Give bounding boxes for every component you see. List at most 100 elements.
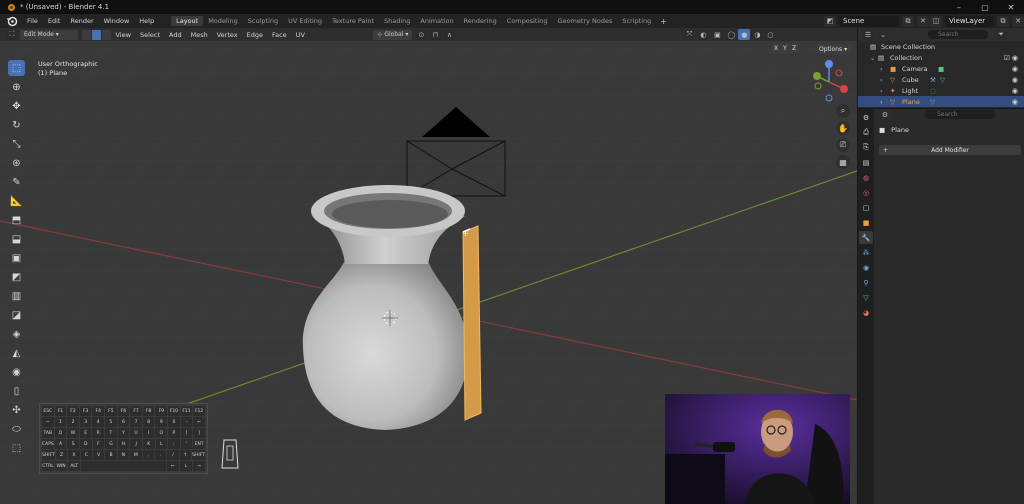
menu-mesh[interactable]: Mesh [186, 31, 212, 39]
outliner-row-cube[interactable]: › ▽ Cube ⚒ ▽ ◉ [858, 74, 1024, 85]
world-tab-icon[interactable]: ◎ [859, 186, 873, 199]
key[interactable]: M [130, 450, 142, 460]
key[interactable]: TAB [42, 428, 54, 438]
navigation-gizmo[interactable] [806, 58, 852, 106]
key[interactable]: Y [117, 428, 130, 438]
key[interactable]: T [105, 428, 117, 438]
key[interactable]: SHIFT [42, 450, 55, 460]
menu-face[interactable]: Face [267, 31, 291, 39]
key[interactable]: ALT [68, 461, 81, 471]
spacebar-key[interactable] [81, 461, 166, 471]
output-tab-icon[interactable]: ⎘ [859, 141, 873, 154]
checkbox-icon[interactable]: ☑ [1004, 54, 1010, 62]
key[interactable]: Z [55, 450, 68, 460]
properties-search-input[interactable]: Search [925, 110, 995, 119]
solid-shading-icon[interactable]: ● [738, 29, 751, 40]
eye-icon[interactable]: ◉ [1012, 54, 1018, 62]
key[interactable]: W [67, 428, 79, 438]
key[interactable]: J [130, 439, 142, 449]
rendered-shading-icon[interactable]: ○ [764, 29, 777, 40]
key[interactable]: / [167, 450, 179, 460]
menu-view[interactable]: View [111, 31, 135, 39]
edge-select-button[interactable] [92, 29, 101, 40]
collection-tab-icon[interactable]: ▢ [859, 201, 873, 214]
particles-tab-icon[interactable]: ⁂ [859, 246, 873, 259]
cursor-tool-icon[interactable]: ⊕ [8, 79, 25, 95]
key[interactable]: F4 [92, 406, 105, 416]
key[interactable]: B [105, 450, 117, 460]
key[interactable]: F3 [79, 406, 92, 416]
key[interactable]: Q [54, 428, 67, 438]
key[interactable]: R [92, 428, 105, 438]
mode-dropdown[interactable]: Edit Mode ▾ [20, 29, 78, 40]
constraints-tab-icon[interactable]: ⚲ [859, 276, 873, 289]
new-scene-icon[interactable]: ⧉ [902, 15, 914, 27]
key[interactable]: F1 [54, 406, 67, 416]
key[interactable]: ← [166, 461, 179, 471]
key[interactable]: ' [180, 439, 193, 449]
key[interactable]: 7 [130, 417, 142, 427]
filter-icon[interactable]: ⏷ [995, 29, 1007, 40]
key[interactable]: E [79, 428, 92, 438]
key[interactable]: N [117, 450, 130, 460]
snap-icon[interactable]: ⊓ [429, 29, 442, 40]
minimize-button[interactable]: – [946, 0, 972, 14]
select-box-tool-icon[interactable]: ⬚ [8, 60, 25, 76]
key[interactable]: F7 [130, 406, 142, 416]
key[interactable]: L [155, 439, 168, 449]
tab-modeling[interactable]: Modeling [203, 16, 243, 26]
object-tab-icon[interactable]: ■ [859, 216, 873, 229]
menu-help[interactable]: Help [134, 17, 159, 25]
eye-icon[interactable]: ◉ [1012, 65, 1018, 73]
key[interactable]: , [142, 450, 154, 460]
scale-tool-icon[interactable]: ⤡ [8, 136, 25, 152]
modifier-tab-icon[interactable]: 🔧 [859, 231, 873, 244]
key[interactable]: H [117, 439, 130, 449]
display-mode-icon[interactable]: ⌄ [877, 29, 889, 40]
spin-tool-icon[interactable]: ◭ [8, 345, 25, 361]
key[interactable]: - [180, 417, 193, 427]
outliner-search-input[interactable]: Search [928, 30, 988, 39]
menu-edge[interactable]: Edge [242, 31, 267, 39]
knife-tool-icon[interactable]: ◪ [8, 307, 25, 323]
key[interactable]: WIN [55, 461, 68, 471]
close-button[interactable]: ✕ [998, 0, 1024, 14]
key[interactable]: ; [168, 439, 180, 449]
pan-hand-icon[interactable]: ✋ [836, 121, 850, 135]
key[interactable]: O [155, 428, 168, 438]
key[interactable]: SHIFT [192, 450, 205, 460]
tab-scripting[interactable]: Scripting [617, 16, 656, 26]
key[interactable]: 3 [79, 417, 92, 427]
mirror-x-toggle[interactable]: X [772, 44, 780, 53]
gizmo-icon[interactable]: ⤧ [683, 29, 696, 40]
smooth-tool-icon[interactable]: ◉ [8, 364, 25, 380]
key[interactable]: G [105, 439, 117, 449]
view-layer-icon[interactable]: ◫ [930, 15, 942, 27]
maximize-button[interactable]: ▢ [972, 0, 998, 14]
mirror-z-toggle[interactable]: Z [790, 44, 798, 53]
zoom-icon[interactable]: ⌕ [836, 104, 850, 118]
transform-orientation-dropdown[interactable]: ⊹ Global ▾ [373, 29, 413, 40]
add-cube-tool-icon[interactable]: ⬒ [8, 212, 25, 228]
delete-scene-icon[interactable]: ✕ [917, 15, 929, 27]
blender-menu-icon[interactable] [6, 15, 18, 27]
key[interactable]: F5 [105, 406, 117, 416]
add-workspace-button[interactable]: + [656, 17, 671, 26]
eye-icon[interactable]: ◉ [1012, 98, 1018, 106]
edge-slide-tool-icon[interactable]: ▯ [8, 383, 25, 399]
menu-vertex[interactable]: Vertex [212, 31, 242, 39]
menu-uv[interactable]: UV [291, 31, 309, 39]
menu-add[interactable]: Add [165, 31, 187, 39]
transform-tool-icon[interactable]: ⊛ [8, 155, 25, 171]
key[interactable]: X [68, 450, 80, 460]
chevron-right-icon[interactable]: › [880, 87, 883, 95]
vertex-select-button[interactable] [82, 29, 91, 40]
scene-icon[interactable]: ◩ [824, 15, 836, 27]
properties-editor-icon[interactable]: ⚙ [879, 109, 891, 120]
key[interactable]: F6 [117, 406, 130, 416]
grid-view-icon[interactable]: ▦ [836, 155, 850, 169]
wireframe-shading-icon[interactable]: ◯ [725, 29, 738, 40]
overlays-icon[interactable]: ◐ [697, 29, 710, 40]
key[interactable]: I [142, 428, 155, 438]
chevron-down-icon[interactable]: ⌄ [870, 54, 875, 62]
